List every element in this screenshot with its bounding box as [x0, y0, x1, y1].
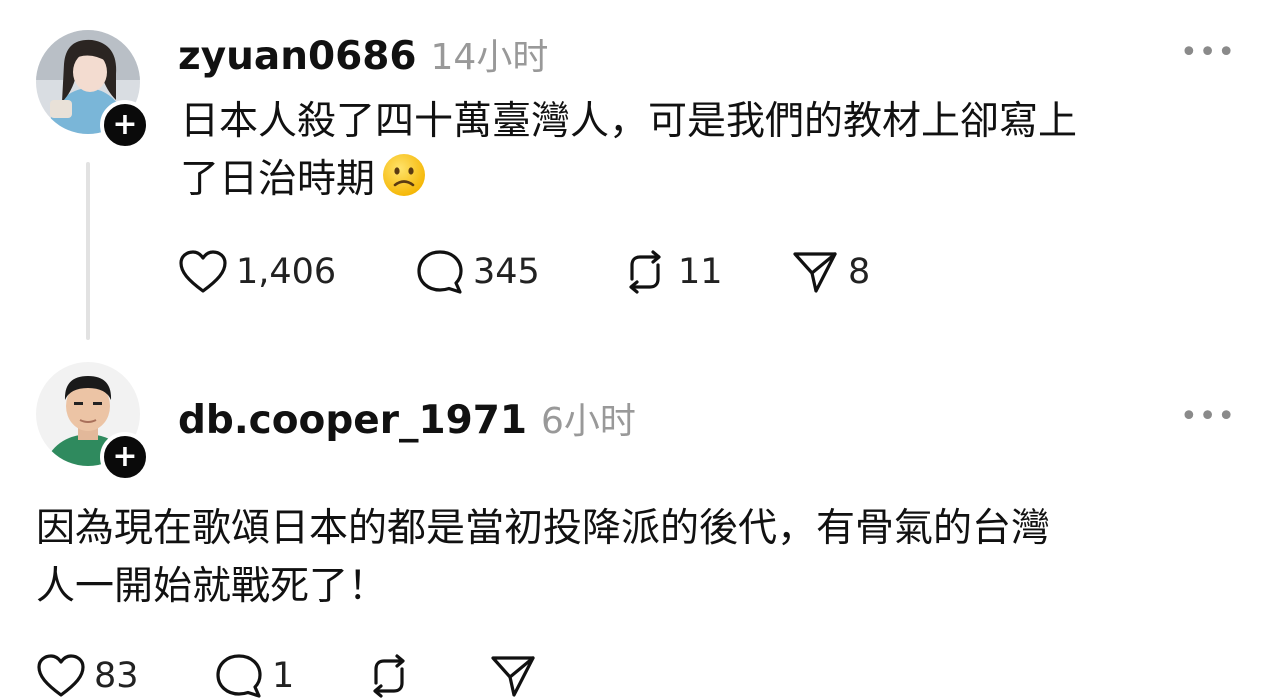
- avatar-wrap[interactable]: +: [36, 30, 150, 150]
- share-icon: [793, 252, 837, 293]
- like-button[interactable]: 1,406: [178, 249, 415, 295]
- reply-button[interactable]: 345: [415, 248, 620, 296]
- share-button[interactable]: [488, 653, 546, 699]
- post-text: 因為現在歌頌日本的都是當初投降派的後代，有骨氣的台灣 人一開始就戰死了！: [36, 500, 1236, 616]
- like-button[interactable]: 83: [36, 653, 214, 699]
- timestamp: 14小时: [430, 37, 549, 78]
- post-header: db.cooper_1971 6小时: [178, 392, 636, 444]
- repost-button[interactable]: 11: [620, 249, 790, 295]
- repost-icon: [373, 654, 405, 698]
- more-icon[interactable]: •••: [1180, 402, 1236, 432]
- share-icon: [491, 656, 535, 697]
- post-text-line: 因為現在歌頌日本的都是當初投降派的後代，有骨氣的台灣: [36, 506, 1051, 551]
- comment-icon: [417, 250, 463, 294]
- post-text: 日本人殺了四十萬臺灣人，可是我們的教材上卻寫上 了日治時期: [180, 93, 1240, 215]
- share-button[interactable]: 8: [790, 249, 870, 295]
- post-text-line: 了日治時期: [180, 157, 376, 202]
- avatar-wrap[interactable]: +: [36, 362, 150, 482]
- reply-button[interactable]: 1: [214, 652, 364, 700]
- thread-line: [86, 162, 90, 340]
- post-text-line: 日本人殺了四十萬臺灣人，可是我們的教材上卻寫上: [180, 99, 1078, 144]
- timestamp: 6小时: [541, 401, 636, 442]
- post: + db.cooper_1971 6小时 ••• 因為現在歌頌日本的都是當初投降…: [0, 340, 1268, 698]
- slightly-frowning-face-icon: [381, 152, 427, 215]
- follow-plus-icon[interactable]: +: [100, 432, 150, 482]
- username[interactable]: zyuan0686: [178, 34, 417, 79]
- repost-button[interactable]: [364, 653, 488, 699]
- reply-count: 345: [473, 252, 540, 292]
- like-count: 1,406: [236, 252, 337, 292]
- like-count: 83: [94, 656, 139, 696]
- action-bar: 83 1: [36, 652, 546, 700]
- repost-icon: [629, 250, 661, 294]
- heart-icon: [179, 250, 227, 293]
- heart-icon: [37, 654, 85, 697]
- post: + zyuan0686 14小时 ••• 日本人殺了四十萬臺灣人，可是我們的教材…: [0, 0, 1268, 340]
- post-header: zyuan0686 14小时: [178, 28, 548, 80]
- more-icon[interactable]: •••: [1180, 38, 1236, 68]
- action-bar: 1,406 345 11 8: [178, 248, 870, 296]
- post-text-line-2: 了日治時期: [180, 151, 1240, 215]
- share-count: 8: [848, 252, 871, 292]
- repost-count: 11: [678, 252, 723, 292]
- username[interactable]: db.cooper_1971: [178, 398, 527, 443]
- comment-icon: [216, 654, 262, 698]
- follow-plus-icon[interactable]: +: [100, 100, 150, 150]
- reply-count: 1: [272, 656, 295, 696]
- post-text-line: 人一開始就戰死了！: [36, 564, 388, 609]
